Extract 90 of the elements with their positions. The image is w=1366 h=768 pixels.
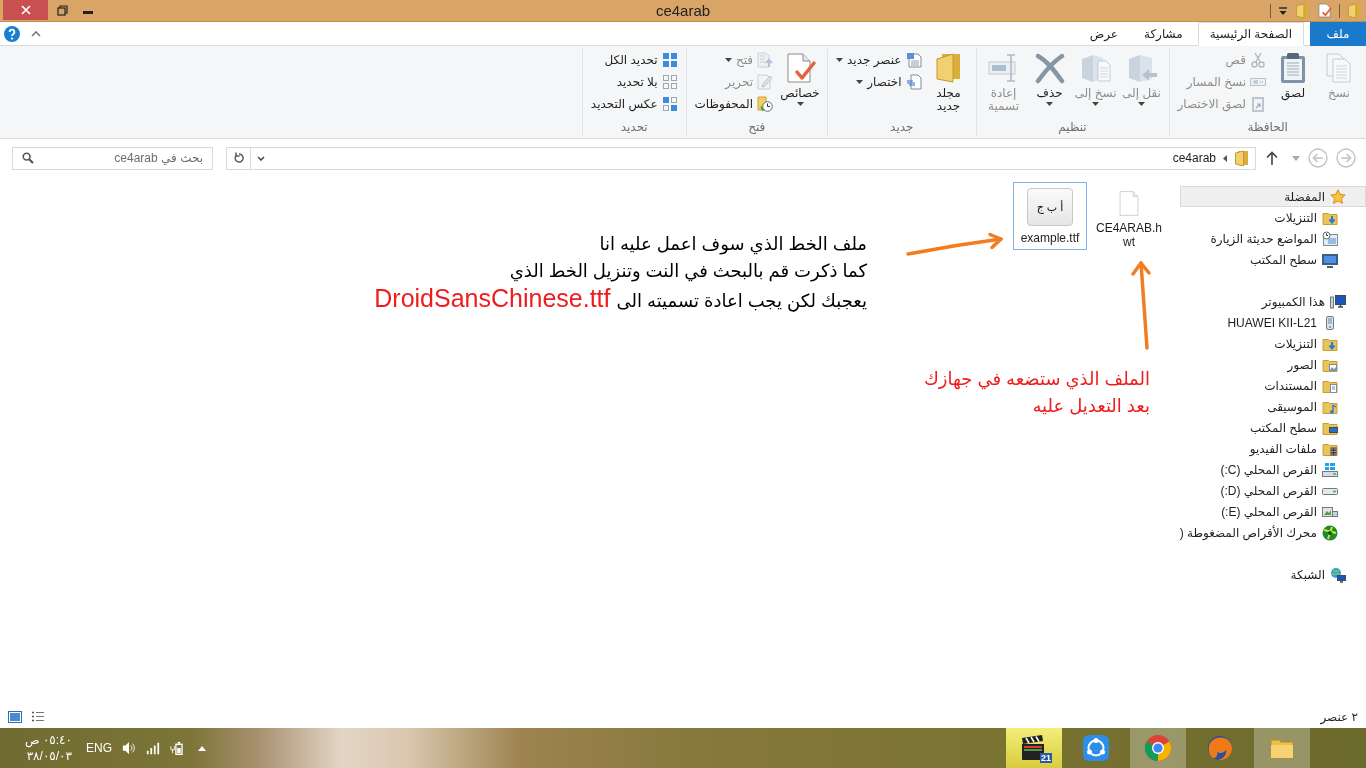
new-item-button[interactable]: عنصر جديد xyxy=(833,49,925,71)
nav-item[interactable]: التنزيلات xyxy=(1180,207,1366,228)
window-title: ce4arab xyxy=(655,2,711,19)
chevron-down-icon[interactable] xyxy=(257,155,265,161)
pencil-page-icon xyxy=(757,74,773,90)
check-page-icon[interactable] xyxy=(1317,3,1332,18)
shortcut-button[interactable]: اختصار xyxy=(833,71,925,93)
battery-icon[interactable] xyxy=(170,741,184,755)
nav-item[interactable]: ملفات الفيديو xyxy=(1180,438,1366,459)
select-none-button[interactable]: بلا تحديد xyxy=(587,71,681,93)
network-icon xyxy=(1330,566,1346,583)
invert-selection-button[interactable]: عكس التحديد xyxy=(587,93,681,115)
arrow-up-icon[interactable] xyxy=(1266,151,1278,165)
computer-icon xyxy=(1330,293,1346,310)
new-folder-button[interactable]: مجلد جديد xyxy=(926,49,971,113)
clock-time[interactable]: ٠٥:٤٠ ص xyxy=(14,732,72,748)
clock-folder-icon xyxy=(757,96,773,112)
details-view-icon[interactable] xyxy=(31,710,45,723)
search-field[interactable]: بحث في ce4arab xyxy=(12,146,213,170)
restore-icon[interactable] xyxy=(57,5,68,16)
grid-page-icon xyxy=(905,52,922,68)
paste-button[interactable]: لصق xyxy=(1271,49,1315,100)
star-icon xyxy=(1330,188,1346,205)
caret-left-icon[interactable] xyxy=(1223,154,1227,162)
nav-item[interactable]: المستندات xyxy=(1180,375,1366,396)
nav-item[interactable]: سطح المكتب xyxy=(1180,249,1366,270)
group-label: تنظيم xyxy=(1057,119,1088,136)
disc-icon xyxy=(1322,524,1338,541)
scissors-icon xyxy=(1250,52,1266,68)
language-indicator[interactable]: ENG xyxy=(86,741,112,755)
thumbnail-view-icon[interactable] xyxy=(8,710,22,723)
caret-down-icon[interactable] xyxy=(1292,155,1300,161)
drive-icon xyxy=(1322,461,1338,478)
ribbon-tab[interactable]: عرض xyxy=(1078,22,1129,46)
ribbon-tab[interactable]: الصفحة الرئيسية xyxy=(1197,22,1304,46)
delete-button[interactable]: حذف xyxy=(1027,49,1072,106)
group-label: جديد xyxy=(889,119,915,136)
item-count: ٢ عنصر xyxy=(1320,709,1358,724)
page-arrow-icon xyxy=(757,52,773,68)
clock-window-icon xyxy=(1322,230,1338,247)
annotation-text: الملف الذي ستضعه في جهازك بعد التعديل عليه xyxy=(924,368,1150,418)
mixed-grid-icon xyxy=(661,96,678,112)
folder-pages-icon xyxy=(1079,52,1112,84)
ribbon-tab[interactable]: ملف xyxy=(1310,22,1366,46)
customize-dropdown-icon[interactable] xyxy=(1278,5,1288,16)
nav-item[interactable]: القرص المحلي (E:) xyxy=(1180,501,1366,522)
nav-item[interactable]: الموسيقى xyxy=(1180,396,1366,417)
check-page-icon xyxy=(784,52,816,84)
page-lines-icon xyxy=(905,74,922,90)
empty-grid-icon xyxy=(661,74,678,90)
group-label: تحديد xyxy=(619,119,649,136)
monitor-icon xyxy=(1322,251,1338,268)
group-label: الحافظة xyxy=(1246,119,1289,136)
history-button[interactable]: المحفوظات xyxy=(691,93,776,115)
filled-grid-icon xyxy=(661,52,678,68)
taskbar-button[interactable] xyxy=(1130,728,1186,768)
volume-icon[interactable] xyxy=(122,741,136,755)
address-bar[interactable]: ce4arab xyxy=(226,146,1256,170)
delete-icon xyxy=(1033,52,1066,84)
refresh-icon xyxy=(232,152,245,164)
caret-up-icon[interactable] xyxy=(198,745,206,751)
font-file-icon: أ ب ج xyxy=(1027,188,1073,226)
nav-item[interactable]: المواضع حديثة الزيارة xyxy=(1180,228,1366,249)
nav-item[interactable]: المفضلة xyxy=(1180,186,1366,207)
select-all-button[interactable]: تحديد الكل xyxy=(587,49,681,71)
close-icon xyxy=(20,5,31,15)
ribbon-tab[interactable]: مشاركة xyxy=(1132,22,1194,46)
close-button[interactable] xyxy=(3,0,48,20)
help-icon[interactable] xyxy=(4,25,20,42)
nav-item[interactable]: الشبكة xyxy=(1180,564,1366,585)
taskbar-button[interactable]: 21 xyxy=(1006,728,1062,768)
folder-icon xyxy=(1234,150,1250,166)
nav-item[interactable]: HUAWEI KII-L21 xyxy=(1180,312,1366,333)
nav-item[interactable]: محرك الأقراص المضغوطة ( xyxy=(1180,522,1366,543)
nav-item[interactable]: التنزيلات xyxy=(1180,333,1366,354)
file-item[interactable]: CE4ARAB.hwt xyxy=(1092,182,1166,250)
nav-item[interactable]: هذا الكمبيوتر xyxy=(1180,291,1366,312)
group-label: فتح xyxy=(747,119,767,136)
nav-item[interactable]: القرص المحلي (C:) xyxy=(1180,459,1366,480)
chevron-up-icon[interactable] xyxy=(31,30,41,37)
breadcrumb[interactable]: ce4arab xyxy=(1172,151,1216,165)
properties-button[interactable]: خصائص xyxy=(778,49,822,106)
search-icon xyxy=(22,152,34,164)
nav-item[interactable]: القرص المحلي (D:) xyxy=(1180,480,1366,501)
nav-item[interactable]: الصور xyxy=(1180,354,1366,375)
clock-date[interactable]: ٣٨/٠٥/٠٣ xyxy=(14,748,72,764)
nav-item[interactable]: سطح المكتب xyxy=(1180,417,1366,438)
signal-icon[interactable] xyxy=(146,741,160,755)
globe-swirl-icon xyxy=(1206,734,1234,762)
browser-ring-icon xyxy=(1144,734,1172,762)
